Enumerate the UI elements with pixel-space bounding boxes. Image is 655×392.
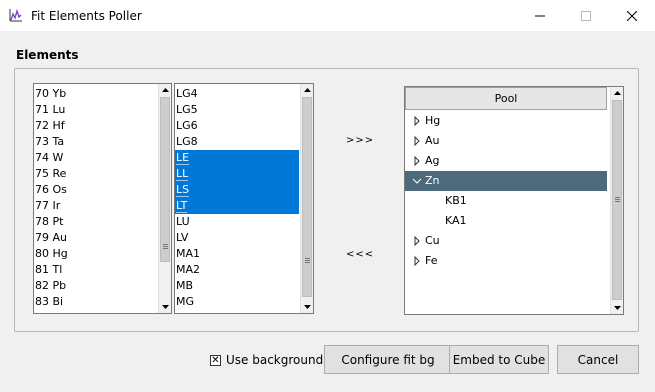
list-item[interactable]: 79 Au bbox=[34, 230, 67, 246]
chevron-right-icon[interactable] bbox=[412, 156, 422, 166]
remove-from-pool-button[interactable]: <<< bbox=[346, 249, 374, 260]
list-item[interactable]: 75 Re bbox=[34, 166, 66, 182]
list-item[interactable]: LG4 bbox=[175, 86, 299, 102]
list-item[interactable]: 82 Pb bbox=[34, 278, 66, 294]
close-icon bbox=[627, 10, 637, 21]
chevron-right-icon[interactable] bbox=[412, 116, 422, 126]
chevron-right-icon[interactable] bbox=[412, 256, 422, 266]
list-item[interactable]: 70 Yb bbox=[34, 86, 66, 102]
list-item[interactable]: MA1 bbox=[175, 246, 299, 262]
chevron-right-icon[interactable] bbox=[412, 136, 422, 146]
tree-node[interactable]: Au bbox=[405, 131, 607, 151]
list-item-label: LG8 bbox=[176, 135, 198, 148]
list-item[interactable]: 76 Os bbox=[34, 182, 67, 198]
list-item-label: LG5 bbox=[176, 103, 198, 116]
list-item[interactable]: LE bbox=[175, 150, 299, 166]
list-item-label: MA1 bbox=[176, 247, 201, 260]
maximize-icon bbox=[581, 10, 591, 21]
list-item[interactable]: MG bbox=[175, 294, 299, 310]
configure-fit-bg-button[interactable]: Configure fit bg bbox=[324, 345, 452, 374]
list-item[interactable]: MB bbox=[175, 278, 299, 294]
list-item[interactable]: LG5 bbox=[175, 102, 299, 118]
list-item-label: LT bbox=[176, 199, 188, 213]
list-item-label: LG6 bbox=[176, 119, 198, 132]
list-item-label: LE bbox=[176, 151, 190, 165]
list-item-label: LG4 bbox=[176, 87, 198, 100]
pool-tree[interactable]: Pool Hg Au Ag Zn KB1 KA1 Cu Fe bbox=[404, 86, 624, 315]
list-item[interactable]: 72 Hf bbox=[34, 118, 65, 134]
title-bar: Fit Elements Poller bbox=[0, 0, 655, 31]
tree-child-node[interactable]: KA1 bbox=[405, 211, 607, 231]
list-item-label: MG bbox=[176, 295, 195, 308]
app-icon bbox=[9, 8, 22, 22]
tree-node-label: KA1 bbox=[445, 214, 467, 227]
elements-scrollbar[interactable] bbox=[158, 84, 171, 313]
scroll-up-icon[interactable] bbox=[159, 84, 171, 96]
tree-node-label: Cu bbox=[425, 234, 440, 247]
scroll-thumb[interactable] bbox=[302, 97, 312, 297]
list-item[interactable]: 73 Ta bbox=[34, 134, 64, 150]
lines-list[interactable]: LG4 LG5 LG6 LG8 LE LL LS LT LU LV MA1 MA2 MB MG bbox=[174, 83, 314, 314]
scroll-down-icon[interactable] bbox=[159, 301, 171, 313]
cancel-button[interactable]: Cancel bbox=[557, 345, 639, 374]
list-item[interactable]: LG8 bbox=[175, 134, 299, 150]
list-item[interactable]: 80 Hg bbox=[34, 246, 68, 262]
pool-scrollbar[interactable] bbox=[610, 87, 623, 314]
use-background-label[interactable]: Use background bbox=[226, 353, 323, 367]
scroll-up-icon[interactable] bbox=[301, 84, 313, 96]
list-item[interactable]: 77 Ir bbox=[34, 198, 60, 214]
tree-node-label: Hg bbox=[425, 114, 441, 127]
list-item-label: MB bbox=[176, 279, 194, 292]
tree-child-node[interactable]: KB1 bbox=[405, 191, 607, 211]
elements-list[interactable]: 70 Yb 71 Lu 72 Hf 73 Ta 74 W 75 Re 76 Os 77 Ir 7… bbox=[33, 83, 172, 314]
maximize-button[interactable] bbox=[563, 0, 609, 31]
scroll-up-icon[interactable] bbox=[611, 87, 623, 99]
checkmark-icon: ✕ bbox=[211, 354, 220, 366]
list-item[interactable]: LU bbox=[175, 214, 299, 230]
list-item-label: LS bbox=[176, 183, 190, 197]
list-item-label: LV bbox=[176, 231, 189, 244]
minimize-icon bbox=[535, 15, 545, 16]
list-item[interactable]: LT bbox=[175, 198, 299, 214]
list-item[interactable]: LL bbox=[175, 166, 299, 182]
use-background-checkbox[interactable]: ✕ bbox=[210, 355, 221, 366]
tree-node-label: Au bbox=[425, 134, 440, 147]
scroll-thumb[interactable] bbox=[612, 100, 622, 300]
close-button[interactable] bbox=[609, 0, 655, 31]
tree-node[interactable]: Hg bbox=[405, 111, 607, 131]
list-item[interactable]: 71 Lu bbox=[34, 102, 65, 118]
tree-node[interactable]: Cu bbox=[405, 231, 607, 251]
list-item-label: MA2 bbox=[176, 263, 201, 276]
list-item-label: LU bbox=[176, 215, 190, 228]
list-item[interactable]: 83 Bi bbox=[34, 294, 63, 310]
chevron-down-icon[interactable] bbox=[412, 176, 422, 186]
list-item[interactable]: MA2 bbox=[175, 262, 299, 278]
tree-node[interactable]: Zn bbox=[405, 171, 607, 191]
list-item[interactable]: LV bbox=[175, 230, 299, 246]
chevron-right-icon[interactable] bbox=[412, 236, 422, 246]
tree-node[interactable]: Ag bbox=[405, 151, 607, 171]
embed-to-cube-button[interactable]: Embed to Cube bbox=[449, 345, 549, 374]
lines-scrollbar[interactable] bbox=[300, 84, 313, 313]
scroll-thumb[interactable] bbox=[160, 97, 170, 262]
pool-header[interactable]: Pool bbox=[405, 87, 607, 110]
tree-node-label: Fe bbox=[425, 254, 438, 267]
scroll-down-icon[interactable] bbox=[301, 301, 313, 313]
list-item[interactable]: LS bbox=[175, 182, 299, 198]
scroll-down-icon[interactable] bbox=[611, 302, 623, 314]
list-item[interactable]: LG6 bbox=[175, 118, 299, 134]
window-title: Fit Elements Poller bbox=[31, 9, 142, 23]
elements-group-label: Elements bbox=[16, 48, 79, 62]
list-item[interactable]: 78 Pt bbox=[34, 214, 63, 230]
tree-node-label: KB1 bbox=[445, 194, 467, 207]
add-to-pool-button[interactable]: >>> bbox=[346, 135, 374, 146]
minimize-button[interactable] bbox=[517, 0, 563, 31]
tree-node-label: Ag bbox=[425, 154, 440, 167]
tree-node[interactable]: Fe bbox=[405, 251, 607, 271]
tree-node-label: Zn bbox=[425, 174, 440, 187]
list-item-label: LL bbox=[176, 167, 189, 181]
list-item[interactable]: 81 Tl bbox=[34, 262, 62, 278]
list-item[interactable]: 74 W bbox=[34, 150, 63, 166]
